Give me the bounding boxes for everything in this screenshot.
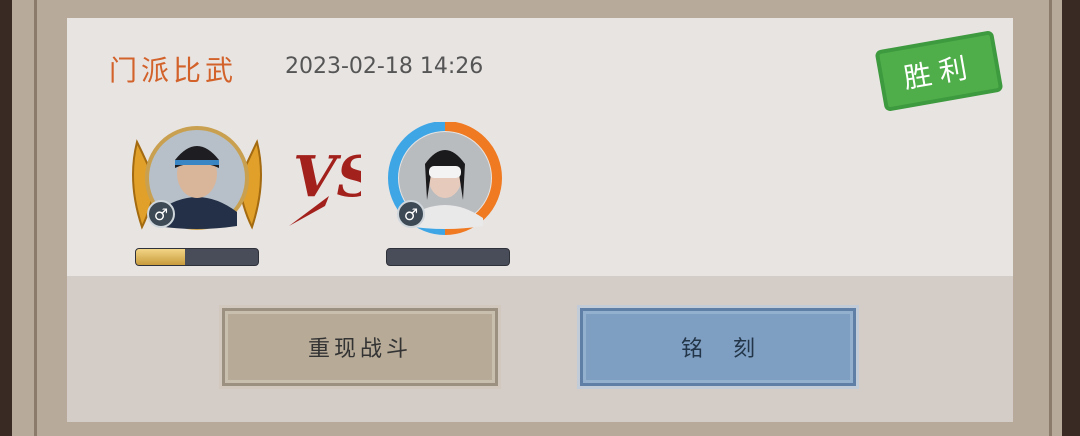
result-label: 胜利 xyxy=(900,49,978,95)
battle-record-card: 门派比武 2023-02-18 14:26 胜利 ♂ VS xyxy=(67,18,1013,422)
replay-battle-button[interactable]: 重现战斗 xyxy=(219,305,501,389)
player-avatar-right[interactable]: ♂ xyxy=(385,122,515,238)
event-title: 门派比武 xyxy=(109,54,238,87)
battle-timestamp: 2023-02-18 14:26 xyxy=(285,54,484,79)
player-avatar-left[interactable]: ♂ xyxy=(127,122,262,238)
player-left-progress-bar xyxy=(135,248,259,266)
golden-wing-frame-icon xyxy=(132,126,262,230)
male-gender-icon: ♂ xyxy=(397,200,425,228)
engrave-label: 铭刻 xyxy=(680,337,785,362)
victory-stamp: 胜利 xyxy=(874,30,1004,112)
replay-battle-label: 重现战斗 xyxy=(307,337,412,362)
progress-fill xyxy=(136,249,185,265)
engrave-button[interactable]: 铭刻 xyxy=(577,305,859,389)
record-header-area: 门派比武 2023-02-18 14:26 胜利 ♂ VS xyxy=(67,18,1013,276)
player-right-progress-bar xyxy=(386,248,510,266)
vs-emblem: VS xyxy=(289,144,361,226)
male-gender-icon: ♂ xyxy=(147,200,175,228)
